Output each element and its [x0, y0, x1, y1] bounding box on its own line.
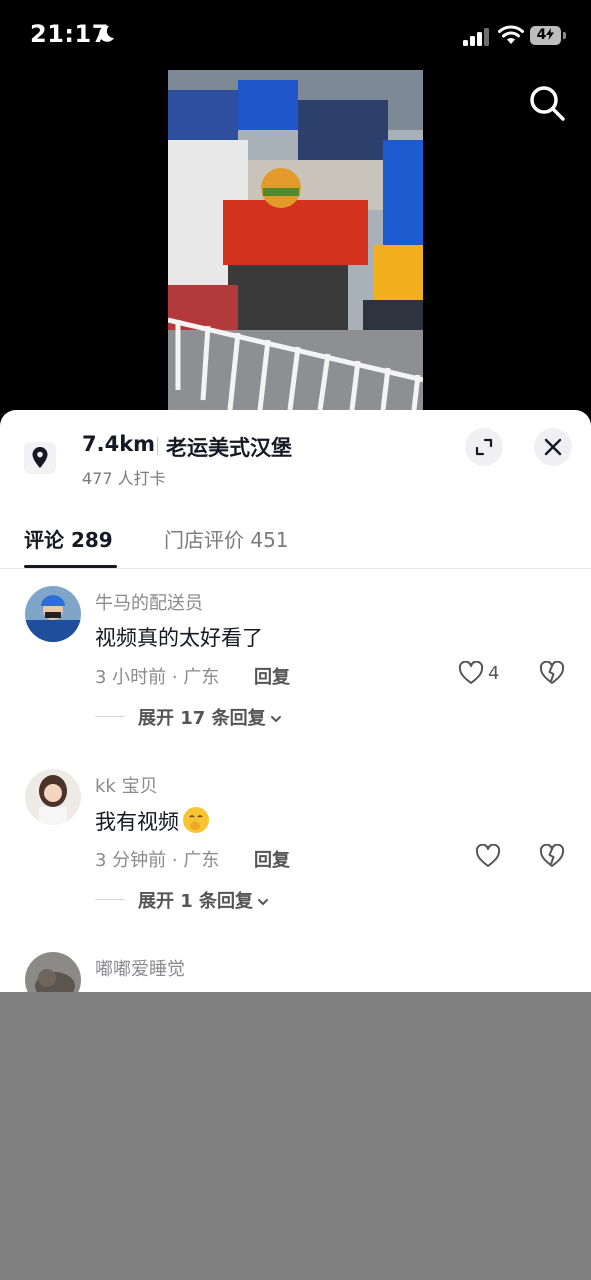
store-name[interactable]: 老运美式汉堡 — [166, 432, 292, 462]
gray-overlay-edge — [0, 1008, 96, 1280]
battery-icon: 4 — [530, 26, 566, 45]
avatar-image — [25, 586, 81, 642]
comment-meta: 3 分钟前 · 广东 — [95, 850, 220, 871]
comment-text-body: 我有视频 — [95, 810, 179, 834]
expand-replies-button[interactable]: 展开 1 条回复 — [138, 887, 269, 913]
tab-divider — [0, 568, 591, 569]
like-count: 4 — [488, 663, 500, 684]
comment-username[interactable]: 嘟嘟爱睡觉 — [95, 955, 185, 981]
close-button[interactable] — [534, 428, 572, 466]
heart-icon[interactable] — [458, 661, 484, 685]
heart-icon[interactable] — [475, 844, 501, 868]
battery-tip — [563, 32, 566, 39]
expand-replies-label: 展开 1 条回复 — [138, 891, 254, 912]
expand-line — [95, 716, 125, 717]
video-frame-image — [168, 70, 423, 410]
expand-replies-button[interactable]: 展开 17 条回复 — [138, 704, 282, 730]
expand-replies-label: 展开 17 条回复 — [138, 708, 266, 729]
reply-button[interactable]: 回复 — [254, 663, 290, 689]
expand-icon — [475, 438, 493, 456]
expand-button[interactable] — [465, 428, 503, 466]
location-pin-icon — [24, 442, 56, 474]
shushing-face-emoji-icon — [183, 807, 209, 833]
signal-icon — [463, 28, 489, 46]
comment-text: 视频真的太好看了 — [95, 626, 263, 650]
charging-bolt-icon — [546, 28, 555, 40]
checkin-count: 477 人打卡 — [82, 469, 166, 488]
comment-text: 我有视频 — [95, 805, 211, 836]
battery-level-text: 4 — [536, 27, 547, 43]
status-bar: 21:17 4 — [0, 0, 591, 70]
chevron-down-icon — [270, 716, 281, 723]
store-divider — [157, 437, 158, 455]
avatar-image — [25, 769, 81, 825]
comment-item: 牛马的配送员 视频真的太好看了 3 小时前 · 广东 回复 4 展开 17 条回… — [0, 586, 591, 756]
broken-heart-icon[interactable] — [539, 844, 565, 868]
video-player[interactable] — [168, 70, 423, 410]
wifi-icon — [498, 25, 524, 44]
reply-button[interactable]: 回复 — [254, 846, 290, 872]
avatar[interactable] — [25, 586, 81, 642]
expand-line — [95, 899, 125, 900]
close-icon — [544, 438, 562, 456]
chevron-down-icon — [258, 899, 269, 906]
store-distance[interactable]: 7.4km — [82, 432, 155, 456]
location-comment-sheet: 7.4km 老运美式汉堡 477 人打卡 评论 289 门店评价 451 牛马的… — [0, 410, 591, 1010]
tab-comments[interactable]: 评论 289 — [24, 524, 113, 553]
moon-icon — [99, 25, 114, 42]
battery-level: 4 — [530, 26, 561, 45]
tab-store-reviews[interactable]: 门店评价 451 — [164, 524, 289, 553]
search-icon[interactable] — [526, 82, 568, 124]
avatar[interactable] — [25, 769, 81, 825]
comment-username[interactable]: 牛马的配送员 — [95, 589, 203, 615]
broken-heart-icon[interactable] — [539, 661, 565, 685]
comment-item: kk 宝贝 我有视频 3 分钟前 · 广东 回复 展开 1 条回复 — [0, 769, 591, 939]
comment-username[interactable]: kk 宝贝 — [95, 772, 158, 798]
comment-meta: 3 小时前 · 广东 — [95, 667, 220, 688]
